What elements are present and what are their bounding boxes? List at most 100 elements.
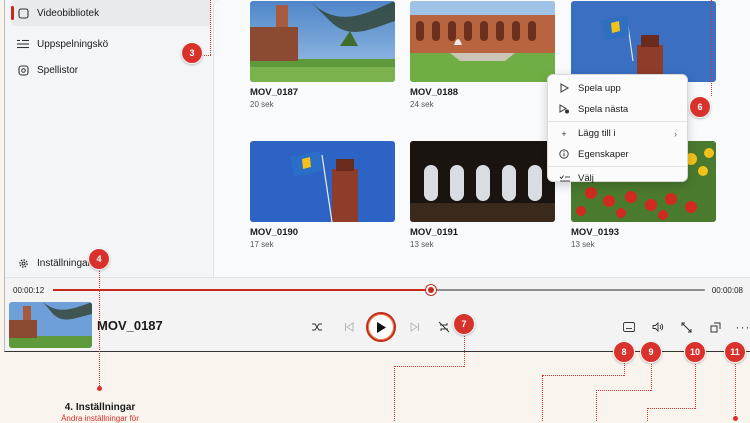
annotation-description: Ändra inställningar för — [40, 414, 160, 423]
video-thumbnail — [410, 1, 555, 82]
volume-button[interactable] — [648, 317, 668, 337]
skip-back-icon — [344, 322, 354, 332]
callout-badge-11: 11 — [724, 341, 746, 363]
play-next-icon — [558, 104, 570, 116]
repeat-button[interactable] — [434, 317, 454, 337]
play-outline-icon — [558, 83, 570, 95]
lead-line — [735, 362, 736, 421]
skip-forward-icon — [410, 322, 420, 332]
video-duration: 13 sek — [410, 240, 555, 249]
video-tile[interactable]: MOV_0188 24 sek — [410, 1, 555, 109]
lead-line — [596, 390, 597, 421]
chevron-right-icon: › — [674, 129, 677, 139]
sidebar-item-label: Uppspelningskö — [37, 39, 108, 50]
callout-badge-3: 3 — [181, 42, 203, 64]
now-playing-thumbnail — [9, 302, 92, 348]
sidebar-item-settings[interactable]: Inställningar — [11, 250, 211, 276]
callout-badge-10: 10 — [684, 341, 706, 363]
mini-player-icon — [710, 322, 721, 333]
menu-item-label: Spela upp — [578, 83, 621, 94]
lead-line — [394, 366, 395, 421]
video-thumbnail — [250, 1, 395, 82]
seek-thumb[interactable] — [426, 285, 436, 295]
video-library-icon — [17, 7, 29, 19]
shuffle-button[interactable] — [307, 317, 327, 337]
elapsed-time: 00:00:12 — [13, 286, 44, 295]
captions-icon — [623, 322, 635, 332]
callout-badge-8: 8 — [613, 341, 635, 363]
context-menu: Spela upp Spela nästa + Lägg till i › Eg… — [547, 74, 688, 182]
video-duration: 20 sek — [250, 100, 395, 109]
video-tile[interactable]: MOV_0191 13 sek — [410, 141, 555, 249]
more-options-button[interactable]: ··· — [733, 317, 750, 337]
video-thumbnail — [410, 141, 555, 222]
total-time: 00:00:08 — [712, 286, 743, 295]
sidebar-item-label: Videobibliotek — [37, 8, 99, 19]
callout-badge-6: 6 — [689, 96, 711, 118]
callout-badge-9: 9 — [640, 341, 662, 363]
play-button[interactable] — [366, 312, 396, 342]
media-player-window: Videobibliotek Uppspelningskö Spellistor… — [4, 0, 750, 352]
video-duration: 13 sek — [571, 240, 716, 249]
menu-item-label: Egenskaper — [578, 149, 629, 160]
menu-item-add-to[interactable]: + Lägg till i › — [548, 123, 687, 144]
fullscreen-button[interactable] — [676, 317, 696, 337]
gear-icon — [17, 257, 29, 269]
video-title: MOV_0188 — [410, 87, 555, 98]
lead-line — [711, 0, 712, 96]
sidebar-item-label: Spellistor — [37, 65, 78, 76]
video-tile[interactable]: MOV_0190 17 sek — [250, 141, 395, 249]
select-icon — [558, 174, 570, 184]
seek-bar[interactable] — [53, 289, 705, 291]
video-thumbnail — [571, 1, 716, 82]
menu-divider — [548, 166, 687, 167]
lead-line — [542, 375, 624, 376]
player-bar: 00:00:12 00:00:08 MOV_0187 — [5, 277, 750, 352]
repeat-off-icon — [438, 321, 450, 333]
playlist-icon — [17, 64, 29, 76]
fullscreen-icon — [681, 322, 692, 333]
lead-line — [647, 408, 648, 421]
lead-line — [651, 362, 652, 391]
lead-line — [99, 268, 100, 388]
menu-divider — [548, 121, 687, 122]
callout-badge-4: 4 — [88, 248, 110, 270]
lead-dot — [733, 416, 738, 421]
video-title: MOV_0187 — [250, 87, 395, 98]
volume-icon — [652, 322, 664, 332]
annotation-title: 4. Inställningar — [40, 402, 160, 413]
captions-button[interactable] — [619, 317, 639, 337]
menu-item-label: Spela nästa — [578, 104, 628, 115]
lead-line — [394, 366, 464, 367]
lead-line — [695, 362, 696, 409]
next-button[interactable] — [405, 317, 425, 337]
sidebar: Videobibliotek Uppspelningskö Spellistor… — [5, 0, 213, 277]
info-icon — [558, 149, 570, 161]
menu-item-select[interactable]: Välj — [548, 168, 687, 189]
video-title: MOV_0191 — [410, 227, 555, 238]
menu-item-play-next[interactable]: Spela nästa — [548, 99, 687, 120]
seek-bar-progress — [53, 289, 431, 291]
sidebar-item-video-library[interactable]: Videobibliotek — [11, 0, 211, 26]
lead-line — [647, 408, 695, 409]
add-icon: + — [558, 129, 570, 139]
previous-button[interactable] — [339, 317, 359, 337]
lead-line — [542, 375, 543, 421]
now-playing-title: MOV_0187 — [97, 318, 163, 333]
menu-item-properties[interactable]: Egenskaper — [548, 144, 687, 165]
queue-icon — [17, 38, 29, 50]
video-duration: 24 sek — [410, 100, 555, 109]
video-title: MOV_0193 — [571, 227, 716, 238]
video-title: MOV_0190 — [250, 227, 395, 238]
sidebar-item-playlists[interactable]: Spellistor — [11, 57, 211, 83]
more-icon: ··· — [736, 320, 750, 334]
lead-line — [596, 390, 651, 391]
lead-dot — [97, 386, 102, 391]
video-thumbnail — [250, 141, 395, 222]
sidebar-item-label: Inställningar — [37, 258, 91, 269]
menu-item-play[interactable]: Spela upp — [548, 78, 687, 99]
video-tile[interactable]: MOV_0187 20 sek — [250, 1, 395, 109]
lead-line — [210, 0, 211, 55]
mini-player-button[interactable] — [705, 317, 725, 337]
video-duration: 17 sek — [250, 240, 395, 249]
